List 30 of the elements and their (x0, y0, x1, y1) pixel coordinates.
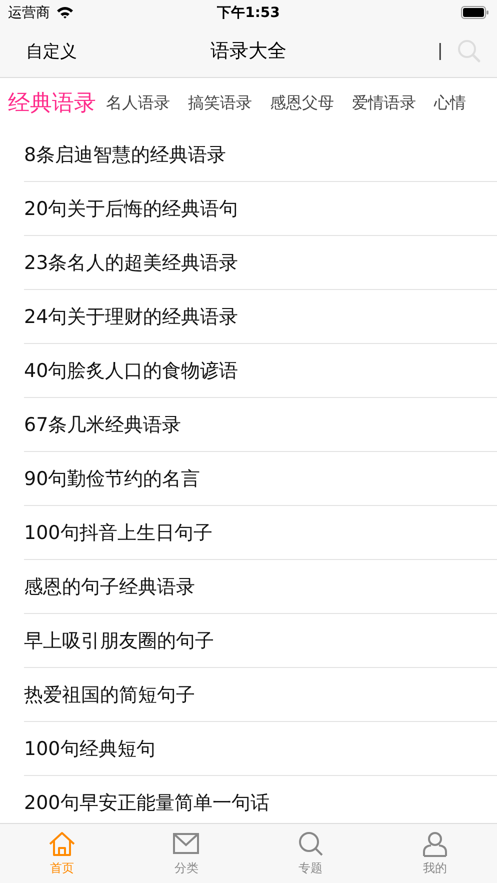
category-tab[interactable]: 爱情语录 (352, 92, 416, 114)
list-item[interactable]: 40句脍炙人口的食物谚语 (24, 344, 497, 398)
category-tab[interactable]: 心情 (434, 92, 466, 114)
list-item[interactable]: 23条名人的超美经典语录 (24, 236, 497, 290)
battery-icon (461, 6, 489, 19)
category-tab[interactable]: 搞笑语录 (188, 92, 252, 114)
category-tab[interactable]: 经典语录 (8, 88, 96, 118)
list-item[interactable]: 24句关于理财的经典语录 (24, 290, 497, 344)
search-icon (296, 830, 325, 856)
list-item[interactable]: 8条启迪智慧的经典语录 (24, 128, 497, 182)
customize-button[interactable]: 自定义 (26, 40, 77, 62)
list-item[interactable]: 感恩的句子经典语录 (24, 560, 497, 614)
person-icon (420, 830, 449, 856)
list-item[interactable]: 早上吸引朋友圈的句子 (24, 614, 497, 668)
list-item[interactable]: 67条几米经典语录 (24, 398, 497, 452)
list-item[interactable]: 热爱祖国的简短句子 (24, 668, 497, 722)
page-title: 语录大全 (210, 39, 286, 64)
list-item[interactable]: 90句勤俭节约的名言 (24, 452, 497, 506)
list-item[interactable]: 100句抖音上生日句子 (24, 506, 497, 560)
divider-mark: | (437, 41, 443, 61)
envelope-icon (172, 830, 200, 856)
category-tab[interactable]: 名人语录 (106, 92, 170, 114)
list-item[interactable]: 20句关于后悔的经典语句 (24, 182, 497, 236)
search-icon[interactable] (457, 39, 481, 63)
status-time: 下午1:53 (217, 4, 280, 22)
list-item[interactable]: 100句经典短句 (24, 722, 497, 776)
home-icon (48, 830, 76, 856)
carrier-name: 运营商 (8, 4, 50, 22)
wifi-icon (56, 6, 74, 19)
category-tab[interactable]: 感恩父母 (270, 92, 334, 114)
